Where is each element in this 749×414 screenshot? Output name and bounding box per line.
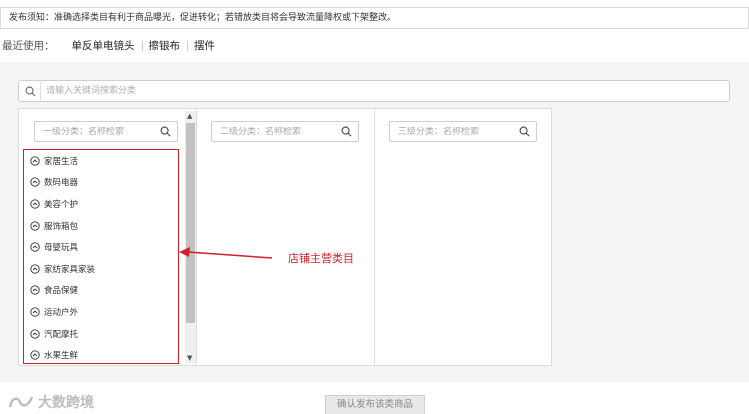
category-label: 数码电器 (44, 178, 79, 189)
category-search-box[interactable] (18, 80, 730, 102)
watermark-text: 大数跨境 (38, 395, 94, 411)
logo-icon (8, 396, 34, 408)
level3-search-box[interactable] (389, 121, 537, 142)
level2-column (196, 109, 374, 365)
expand-icon (30, 177, 40, 188)
category-label: 水果生鲜 (44, 351, 79, 362)
search-icon[interactable] (519, 126, 530, 137)
recent-used-label: 最近使用： (2, 40, 55, 52)
recent-item[interactable]: 摆件 (187, 38, 222, 54)
search-icon[interactable] (341, 126, 352, 137)
category-columns: 家居生活 数码电器 美容个护 服饰箱包 母婴玩具 家纺家具家装 食品保健 运动户… (18, 108, 552, 366)
expand-icon (30, 285, 40, 296)
expand-icon (30, 199, 40, 209)
recent-used: 最近使用： 单反单电镜头 擦银布 摆件 (2, 38, 222, 54)
level3-search-input[interactable] (390, 126, 500, 137)
category-label: 美容个护 (44, 199, 79, 210)
expand-icon (30, 156, 40, 166)
expand-icon (30, 307, 40, 317)
category-item[interactable]: 美容个护 (24, 193, 178, 215)
expand-icon (30, 264, 40, 274)
recent-item[interactable]: 擦银布 (141, 38, 188, 54)
confirm-publish-button[interactable]: 确认发布该类商品 (325, 395, 425, 414)
category-label: 运动户外 (44, 307, 79, 318)
scrollbar-thumb[interactable] (186, 123, 195, 323)
category-item[interactable]: 家纺家具家装 (24, 258, 178, 280)
category-label: 母婴玩具 (44, 243, 79, 254)
category-label: 食品保健 (44, 286, 79, 297)
category-label: 汽配摩托 (44, 329, 79, 340)
category-item[interactable]: 服饰箱包 (24, 215, 178, 237)
scroll-up-icon[interactable]: ▲ (187, 113, 192, 120)
category-label: 家纺家具家装 (44, 264, 96, 275)
level1-column: 家居生活 数码电器 美容个护 服饰箱包 母婴玩具 家纺家具家装 食品保健 运动户… (19, 109, 196, 365)
category-item[interactable]: 汽配摩托 (24, 323, 178, 345)
category-item[interactable]: 家居生活 (24, 150, 178, 172)
search-icon[interactable] (160, 126, 171, 137)
level2-search-input[interactable] (212, 126, 322, 137)
category-item[interactable]: 水果生鲜 (24, 344, 178, 366)
watermark-logo: 大数跨境 (8, 392, 94, 412)
scrollbar[interactable]: ▲ ▼ (185, 111, 196, 364)
expand-icon (30, 242, 40, 252)
level2-search-box[interactable] (211, 121, 359, 142)
category-item[interactable]: 数码电器 (24, 172, 178, 194)
publish-notice: 发布须知：准确选择类目有利于商品曝光，促进转化；若错放类目将会导致流量降权或下架… (0, 7, 749, 29)
arrow-left-icon (179, 247, 273, 259)
category-item[interactable]: 食品保健 (24, 280, 178, 302)
expand-icon (30, 328, 40, 339)
category-item[interactable]: 运动户外 (24, 301, 178, 323)
expand-icon (30, 350, 40, 360)
level1-category-list: 家居生活 数码电器 美容个护 服饰箱包 母婴玩具 家纺家具家装 食品保健 运动户… (23, 149, 179, 364)
recent-item[interactable]: 单反单电镜头 (65, 38, 142, 54)
scroll-down-icon[interactable]: ▼ (187, 355, 192, 362)
search-icon (25, 86, 36, 96)
level1-search-box[interactable] (34, 121, 178, 142)
category-item[interactable]: 母婴玩具 (24, 236, 178, 258)
category-label: 家居生活 (44, 156, 79, 167)
level1-search-input[interactable] (35, 126, 145, 137)
level3-column (374, 109, 552, 365)
expand-icon (30, 220, 40, 231)
category-search-input[interactable] (40, 82, 700, 100)
annotation-label: 店铺主营类目 (288, 252, 354, 265)
category-label: 服饰箱包 (44, 221, 79, 232)
